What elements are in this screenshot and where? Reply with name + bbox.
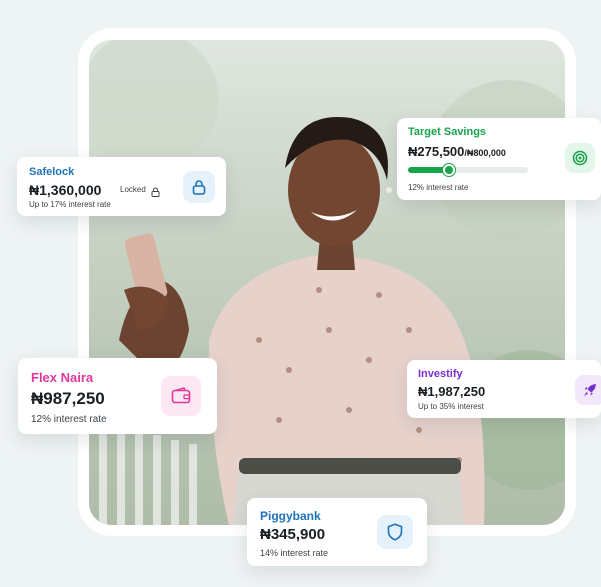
target-savings-interest: 12% interest rate (408, 183, 469, 192)
piggybank-title: Piggybank (260, 509, 321, 523)
lock-icon (183, 171, 215, 203)
piggybank-interest: 14% interest rate (260, 548, 329, 558)
investify-title: Investify (418, 368, 463, 380)
target-savings-progress-bar (408, 164, 528, 176)
investify-interest: Up to 35% interest (418, 402, 484, 411)
woman-illustration (89, 40, 565, 525)
target-savings-card[interactable]: Target Savings ₦275,500/₦800,000 12% int… (397, 118, 601, 200)
small-lock-icon (151, 184, 160, 202)
wallet-icon (161, 376, 201, 416)
rocket-icon (575, 375, 601, 405)
shield-icon (377, 515, 413, 549)
target-savings-amount-line: ₦275,500/₦800,000 (408, 144, 506, 159)
investify-card[interactable]: Investify ₦1,987,250 Up to 35% interest (407, 360, 601, 418)
safelock-interest: Up to 17% interest rate (29, 200, 111, 209)
piggybank-card[interactable]: Piggybank ₦345,900 14% interest rate (247, 498, 427, 566)
target-savings-amount: ₦275,500 (408, 144, 465, 159)
safelock-card[interactable]: Safelock ₦1,360,000 Locked Up to 17% int… (17, 157, 226, 216)
target-icon (565, 143, 595, 173)
piggybank-amount: ₦345,900 (260, 526, 326, 543)
target-savings-goal: /₦800,000 (464, 148, 506, 158)
hero-photo (89, 40, 565, 525)
safelock-title: Safelock (29, 166, 75, 178)
flex-naira-amount: ₦987,250 (31, 389, 105, 408)
flex-naira-title: Flex Naira (31, 370, 94, 385)
investify-amount: ₦1,987,250 (418, 384, 486, 399)
flex-naira-card[interactable]: Flex Naira ₦987,250 12% interest rate (18, 358, 217, 434)
flex-naira-interest: 12% interest rate (31, 414, 107, 425)
safelock-amount: ₦1,360,000 (29, 182, 102, 198)
target-savings-title: Target Savings (408, 126, 487, 138)
target-savings-progress-knob (443, 164, 456, 176)
safelock-status: Locked (120, 185, 146, 194)
